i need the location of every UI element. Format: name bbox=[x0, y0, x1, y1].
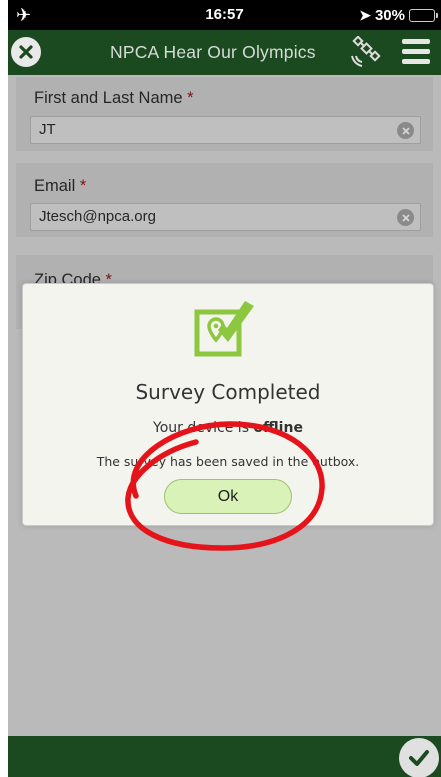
satellite-icon[interactable] bbox=[348, 36, 382, 70]
offline-status: offline bbox=[253, 420, 303, 436]
device-status-text: Your device is offline bbox=[153, 420, 303, 436]
bottom-bar bbox=[8, 736, 441, 777]
name-input[interactable]: JT bbox=[30, 116, 421, 144]
close-icon[interactable] bbox=[11, 37, 41, 67]
location-arrow-icon: ➤ bbox=[359, 6, 371, 23]
clear-icon[interactable] bbox=[397, 122, 414, 139]
hamburger-menu-icon[interactable] bbox=[402, 39, 432, 65]
page-title: NPCA Hear Our Olympics bbox=[110, 42, 316, 62]
ok-button[interactable]: Ok bbox=[164, 479, 292, 514]
app-header: NPCA Hear Our Olympics bbox=[8, 30, 441, 75]
clear-icon[interactable] bbox=[397, 209, 414, 226]
status-bar: ✈ 16:57 ➤ 30% bbox=[8, 0, 441, 30]
submit-check-icon[interactable] bbox=[399, 738, 439, 777]
field-email: Email * Jtesch@npca.org bbox=[16, 163, 433, 237]
dialog-title: Survey Completed bbox=[135, 380, 321, 404]
field-label: Email * bbox=[34, 177, 87, 195]
dialog-message: The survey has been saved in the outbox. bbox=[96, 454, 360, 469]
field-name: First and Last Name * JT bbox=[16, 77, 433, 151]
survey-completed-dialog: Survey Completed Your device is offline … bbox=[22, 283, 434, 526]
field-label: First and Last Name * bbox=[34, 89, 194, 107]
checked-location-icon bbox=[194, 301, 254, 357]
email-field[interactable]: Jtesch@npca.org bbox=[30, 203, 421, 231]
battery-percent: 30% bbox=[374, 6, 405, 24]
status-right: ➤ 30% bbox=[359, 5, 438, 25]
battery-icon bbox=[409, 8, 438, 22]
